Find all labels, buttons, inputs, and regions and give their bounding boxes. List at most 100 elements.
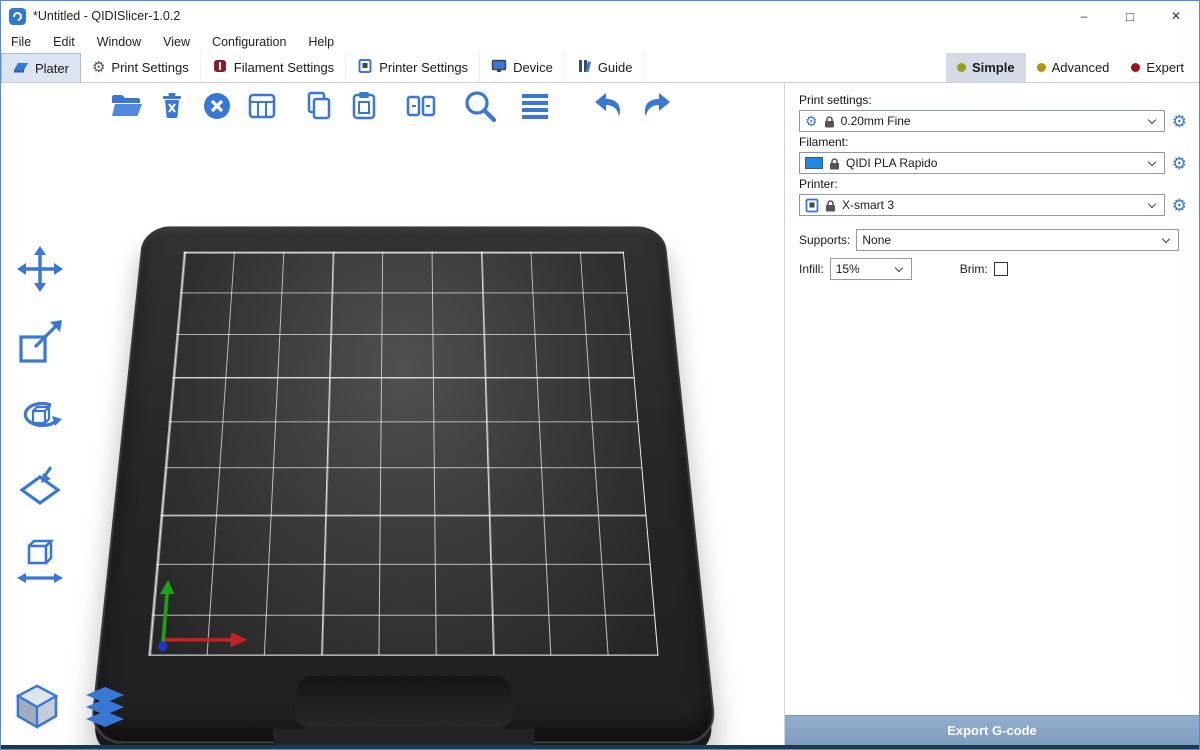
simple-mode-dot-icon [957,63,966,72]
mode-simple[interactable]: Simple [946,53,1026,82]
mode-advanced[interactable]: Advanced [1026,53,1121,82]
export-gcode-button[interactable]: Export G-code [785,715,1199,745]
menu-window[interactable]: Window [97,35,141,49]
tab-printer-settings[interactable]: Printer Settings [346,53,480,82]
edit-printer-gear-icon[interactable]: ⚙ [1172,197,1187,214]
edit-filament-gear-icon[interactable]: ⚙ [1172,155,1187,172]
menu-view[interactable]: View [163,35,190,49]
mode-selector: Simple Advanced Expert [946,53,1199,82]
tab-plater[interactable]: Plater [1,53,81,82]
print-settings-value: 0.20mm Fine [841,114,911,128]
edit-print-settings-gear-icon[interactable]: ⚙ [1172,113,1187,130]
search-icon[interactable] [460,88,496,124]
supports-value: None [862,233,891,247]
dropdown-arrow-icon[interactable] [1145,161,1159,165]
close-button[interactable]: ✕ [1153,1,1199,31]
filament-label: Filament: [799,135,1187,149]
tab-printer-settings-label: Printer Settings [379,60,468,75]
viewport-3d[interactable] [1,83,784,745]
lock-icon [824,115,835,128]
arrange-icon[interactable] [244,88,280,124]
tab-print-settings[interactable]: ⚙ Print Settings [81,53,201,82]
supports-label: Supports: [799,233,850,247]
guide-book-icon [576,58,592,77]
move-icon[interactable] [12,241,68,297]
undo-icon[interactable] [592,88,628,124]
lock-icon [829,157,840,170]
preset-gear-icon: ⚙ [805,114,818,128]
delete-icon[interactable] [154,88,190,124]
dropdown-arrow-icon[interactable] [892,267,906,271]
origin-axes-icon [152,558,273,653]
tab-bar: Plater ⚙ Print Settings Filament Setting… [1,53,1199,83]
maximize-button[interactable]: □ [1107,1,1153,31]
scale-icon[interactable] [12,314,68,370]
menu-edit[interactable]: Edit [53,35,75,49]
qidislicer-window: *Untitled - QIDISlicer-1.0.2 – □ ✕ File … [0,0,1200,750]
dropdown-arrow-icon[interactable] [1145,203,1159,207]
delete-all-icon[interactable] [199,88,235,124]
brim-label: Brim: [960,262,988,276]
tab-guide-label: Guide [598,60,633,75]
redo-icon[interactable] [637,88,673,124]
menu-bar: File Edit Window View Configuration Help [1,31,1199,53]
mode-expert-label: Expert [1146,60,1184,75]
brim-checkbox[interactable] [994,262,1008,276]
advanced-mode-dot-icon [1037,63,1046,72]
copy-icon[interactable] [301,88,337,124]
print-settings-gear-icon: ⚙ [92,60,105,75]
build-plate-handle [295,676,512,727]
menu-configuration[interactable]: Configuration [212,35,286,49]
menu-file[interactable]: File [11,35,31,49]
filament-combo[interactable]: QIDI PLA Rapido [799,152,1165,174]
variable-layer-height-icon[interactable] [517,88,553,124]
build-plate-scene [96,183,716,745]
layers-preview-icon[interactable] [79,681,131,733]
paste-icon[interactable] [346,88,382,124]
3d-view-icon[interactable] [11,681,63,733]
mode-advanced-label: Advanced [1052,60,1110,75]
supports-combo[interactable]: None [856,229,1179,251]
window-title: *Untitled - QIDISlicer-1.0.2 [33,9,180,23]
lock-icon [825,199,836,212]
printer-icon [357,58,373,77]
view-mode-toolbar [11,681,131,733]
open-icon[interactable] [109,88,145,124]
split-objects-icon[interactable] [403,88,439,124]
infill-label: Infill: [799,262,824,276]
mode-simple-label: Simple [972,60,1015,75]
device-monitor-icon [491,58,507,77]
build-plate-grid [148,251,658,655]
minimize-button[interactable]: – [1061,1,1107,31]
infill-combo[interactable]: 15% [830,258,912,280]
tab-guide[interactable]: Guide [565,53,645,82]
build-plate-front-lip [271,729,535,745]
filament-color-swatch [805,157,823,169]
infill-value: 15% [836,262,860,276]
gizmo-toolbar [7,241,73,589]
mode-expert[interactable]: Expert [1120,53,1195,82]
app-logo-icon [9,8,26,25]
rotate-icon[interactable] [12,387,68,443]
build-plate-frame [89,226,717,743]
measure-icon[interactable] [12,533,68,589]
tab-filament-settings-label: Filament Settings [234,60,334,75]
printer-small-icon [805,198,819,213]
dropdown-arrow-icon[interactable] [1145,119,1159,123]
filament-value: QIDI PLA Rapido [846,156,937,170]
print-settings-combo[interactable]: ⚙ 0.20mm Fine [799,110,1165,132]
place-on-face-icon[interactable] [12,460,68,516]
tab-device[interactable]: Device [480,53,565,82]
printer-combo[interactable]: X-smart 3 [799,194,1165,216]
tab-print-settings-label: Print Settings [111,60,188,75]
settings-sidebar: Print settings: ⚙ 0.20mm Fine ⚙ Filament… [784,83,1199,745]
menu-help[interactable]: Help [308,35,334,49]
window-bottom-edge [1,745,1199,749]
tab-filament-settings[interactable]: Filament Settings [201,53,346,82]
printer-value: X-smart 3 [842,198,894,212]
dropdown-arrow-icon[interactable] [1159,238,1173,242]
tab-device-label: Device [513,60,553,75]
plater-icon [13,59,29,78]
viewport-toolbar [109,88,673,124]
print-settings-label: Print settings: [799,93,1187,107]
